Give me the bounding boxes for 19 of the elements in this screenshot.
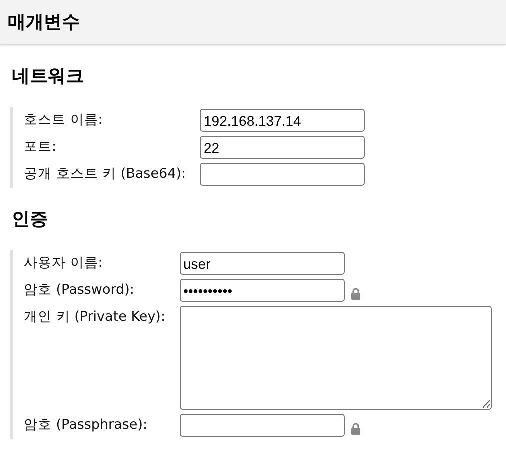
field-label: 사용자 이름: (24, 254, 104, 273)
input-field[interactable]: 192.168.137.14 (200, 109, 366, 132)
field-label: 포트: (24, 138, 58, 157)
field-label: 개인 키 (Private Key): (24, 308, 166, 327)
page-title: 매개변수 (8, 11, 81, 35)
input-field[interactable]: user (180, 252, 344, 275)
password-field[interactable] (180, 414, 344, 437)
lock-icon (350, 423, 360, 435)
field-label: 호스트 이름: (24, 111, 104, 130)
lock-icon (350, 288, 360, 300)
section-heading: 인증 (12, 208, 49, 232)
text-area[interactable] (180, 306, 492, 410)
input-field[interactable] (200, 163, 366, 186)
field-label: 암호 (Password): (24, 281, 136, 300)
input-field[interactable]: 22 (200, 136, 366, 159)
field-label: 암호 (Passphrase): (24, 416, 149, 435)
field-label: 공개 호스트 키 (Base64): (24, 165, 186, 184)
section-heading: 네트워크 (12, 65, 85, 89)
password-field[interactable]: •••••••••• (180, 279, 344, 302)
